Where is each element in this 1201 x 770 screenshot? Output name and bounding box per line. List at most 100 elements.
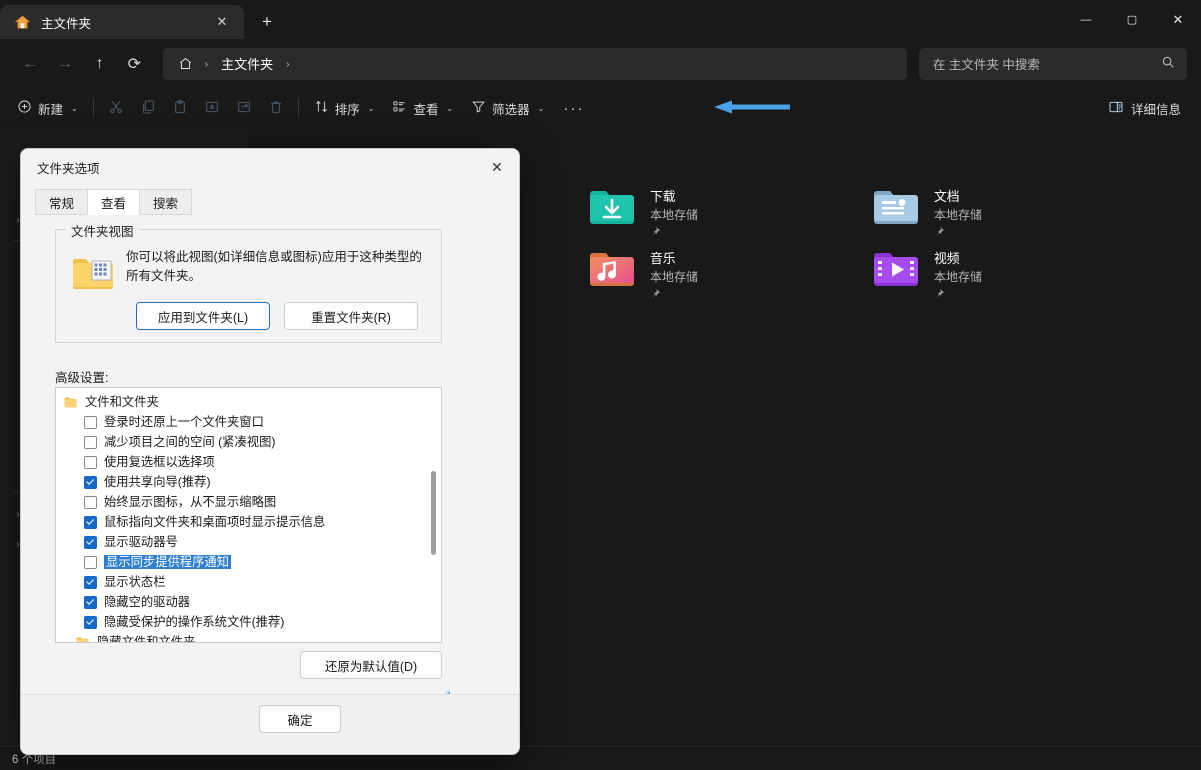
rename-button[interactable] bbox=[196, 92, 228, 124]
breadcrumb-home-icon[interactable] bbox=[173, 56, 198, 71]
dialog-footer: 确定 bbox=[21, 694, 519, 754]
dialog-close-button[interactable]: ✕ bbox=[475, 149, 519, 185]
view-icon bbox=[392, 99, 407, 117]
up-button[interactable]: ↑ bbox=[83, 48, 116, 80]
minimize-button[interactable]: — bbox=[1063, 0, 1109, 39]
setting-row[interactable]: 鼠标指向文件夹和桌面项时显示提示信息 bbox=[56, 512, 441, 532]
checkbox[interactable] bbox=[84, 476, 97, 489]
setting-row[interactable]: 显示驱动器号 bbox=[56, 532, 441, 552]
restore-defaults-button[interactable]: 还原为默认值(D) bbox=[300, 651, 442, 679]
refresh-button[interactable]: ⟳ bbox=[118, 48, 151, 80]
list-item-label: 隐藏受保护的操作系统文件(推荐) bbox=[104, 616, 284, 628]
delete-button[interactable] bbox=[260, 92, 292, 124]
breadcrumb[interactable]: › 主文件夹 › bbox=[163, 48, 907, 80]
checkbox[interactable] bbox=[84, 596, 97, 609]
advanced-settings-label: 高级设置: bbox=[55, 367, 108, 386]
view-button[interactable]: 查看 ⌄ bbox=[383, 92, 462, 124]
downloads-folder-icon bbox=[588, 186, 636, 230]
back-button[interactable]: ← bbox=[14, 48, 47, 80]
chevron-down-icon: ⌄ bbox=[368, 104, 375, 113]
command-separator-2 bbox=[298, 99, 299, 117]
search-input[interactable]: 在 主文件夹 中搜索 bbox=[919, 48, 1187, 80]
dialog-title: 文件夹选项 bbox=[21, 149, 519, 185]
list-item[interactable]: 视频 本地存储 bbox=[872, 246, 1122, 308]
checkbox[interactable] bbox=[84, 496, 97, 509]
advanced-settings-list[interactable]: 文件和文件夹 登录时还原上一个文件夹窗口 减少项目之间的空间 (紧凑视图) 使用… bbox=[55, 387, 442, 643]
checkbox[interactable] bbox=[84, 436, 97, 449]
checkbox[interactable] bbox=[84, 516, 97, 529]
setting-row[interactable]: 隐藏受保护的操作系统文件(推荐) bbox=[56, 612, 441, 632]
setting-row[interactable]: 使用共享向导(推荐) bbox=[56, 472, 441, 492]
breadcrumb-separator-1: › bbox=[202, 58, 212, 70]
home-icon bbox=[14, 14, 31, 31]
new-button[interactable]: 新建 ⌄ bbox=[8, 92, 87, 124]
list-item-label: 显示驱动器号 bbox=[104, 536, 178, 548]
copy-button[interactable] bbox=[132, 92, 164, 124]
checkbox[interactable] bbox=[84, 576, 97, 589]
list-item-label: 使用共享向导(推荐) bbox=[104, 476, 211, 488]
folder-view-legend: 文件夹视图 bbox=[66, 221, 139, 240]
paste-button[interactable] bbox=[164, 92, 196, 124]
list-group-header[interactable]: 文件和文件夹 bbox=[56, 392, 441, 412]
list-item-subtitle: 本地存储 bbox=[934, 270, 982, 284]
filter-button[interactable]: 筛选器 ⌄ bbox=[462, 92, 553, 124]
apply-to-folders-button[interactable]: 应用到文件夹(L) bbox=[136, 302, 270, 330]
pin-icon bbox=[650, 286, 661, 303]
list-scrollbar[interactable] bbox=[427, 389, 440, 641]
details-pane-button[interactable]: 详细信息 bbox=[1098, 92, 1191, 124]
breadcrumb-current[interactable]: 主文件夹 bbox=[215, 52, 279, 75]
cut-button[interactable] bbox=[100, 92, 132, 124]
ok-button[interactable]: 确定 bbox=[259, 705, 341, 733]
list-item[interactable]: 音乐 本地存储 bbox=[588, 246, 838, 308]
close-window-button[interactable]: ✕ bbox=[1155, 0, 1201, 39]
more-options-button[interactable]: ··· bbox=[553, 92, 594, 124]
list-item[interactable]: 文档 本地存储 bbox=[872, 184, 1122, 246]
setting-row[interactable]: 登录时还原上一个文件夹窗口 bbox=[56, 412, 441, 432]
tab-view[interactable]: 查看 bbox=[87, 189, 140, 215]
tab-search[interactable]: 搜索 bbox=[139, 189, 192, 215]
setting-row[interactable]: 隐藏空的驱动器 bbox=[56, 592, 441, 612]
tab-close-icon[interactable]: ✕ bbox=[210, 10, 234, 34]
clipboard-icon bbox=[172, 99, 188, 118]
share-button[interactable] bbox=[228, 92, 260, 124]
details-pane-label: 详细信息 bbox=[1131, 99, 1181, 118]
setting-row[interactable]: 减少项目之间的空间 (紧凑视图) bbox=[56, 432, 441, 452]
setting-row[interactable]: 使用复选框以选择项 bbox=[56, 452, 441, 472]
tab-home-folder[interactable]: 主文件夹 ✕ bbox=[0, 5, 244, 39]
maximize-button[interactable]: ▢ bbox=[1109, 0, 1155, 39]
chevron-down-icon: ⌄ bbox=[446, 104, 453, 113]
checkbox[interactable] bbox=[84, 456, 97, 469]
documents-folder-icon bbox=[872, 186, 920, 230]
tab-label: 主文件夹 bbox=[41, 13, 200, 32]
search-icon[interactable] bbox=[1161, 55, 1175, 72]
list-item-label: 鼠标指向文件夹和桌面项时显示提示信息 bbox=[104, 516, 325, 528]
reset-folders-button[interactable]: 重置文件夹(R) bbox=[284, 302, 418, 330]
list-item-label: 显示状态栏 bbox=[104, 576, 166, 588]
tab-general[interactable]: 常规 bbox=[35, 189, 88, 215]
checkbox[interactable] bbox=[84, 416, 97, 429]
list-group-header[interactable]: 隐藏文件和文件夹 bbox=[56, 632, 441, 643]
list-item-name: 下载 bbox=[650, 189, 676, 204]
forward-button[interactable]: → bbox=[49, 48, 82, 80]
setting-row[interactable]: 显示状态栏 bbox=[56, 572, 441, 592]
scissors-icon bbox=[108, 99, 124, 118]
list-item-subtitle: 本地存储 bbox=[650, 208, 698, 222]
setting-row[interactable]: 始终显示图标，从不显示缩略图 bbox=[56, 492, 441, 512]
plus-circle-icon bbox=[17, 99, 32, 117]
checkbox[interactable] bbox=[84, 616, 97, 629]
sort-button[interactable]: 排序 ⌄ bbox=[305, 92, 384, 124]
music-folder-icon bbox=[588, 248, 636, 292]
new-tab-button[interactable]: + bbox=[250, 6, 284, 38]
checkbox[interactable] bbox=[84, 556, 97, 569]
checkbox[interactable] bbox=[84, 536, 97, 549]
tab-strip: 主文件夹 ✕ + — ▢ ✕ bbox=[0, 0, 1201, 39]
list-item[interactable]: 下载 本地存储 bbox=[588, 184, 838, 246]
list-item-name: 音乐 bbox=[650, 251, 676, 266]
breadcrumb-separator-2[interactable]: › bbox=[283, 58, 293, 70]
pin-icon bbox=[934, 224, 945, 241]
setting-row-selected[interactable]: 显示同步提供程序通知 bbox=[56, 552, 441, 572]
scrollbar-thumb[interactable] bbox=[431, 471, 436, 555]
trash-icon bbox=[268, 99, 284, 118]
details-pane-icon bbox=[1108, 99, 1124, 118]
list-item-label: 显示同步提供程序通知 bbox=[104, 555, 231, 569]
